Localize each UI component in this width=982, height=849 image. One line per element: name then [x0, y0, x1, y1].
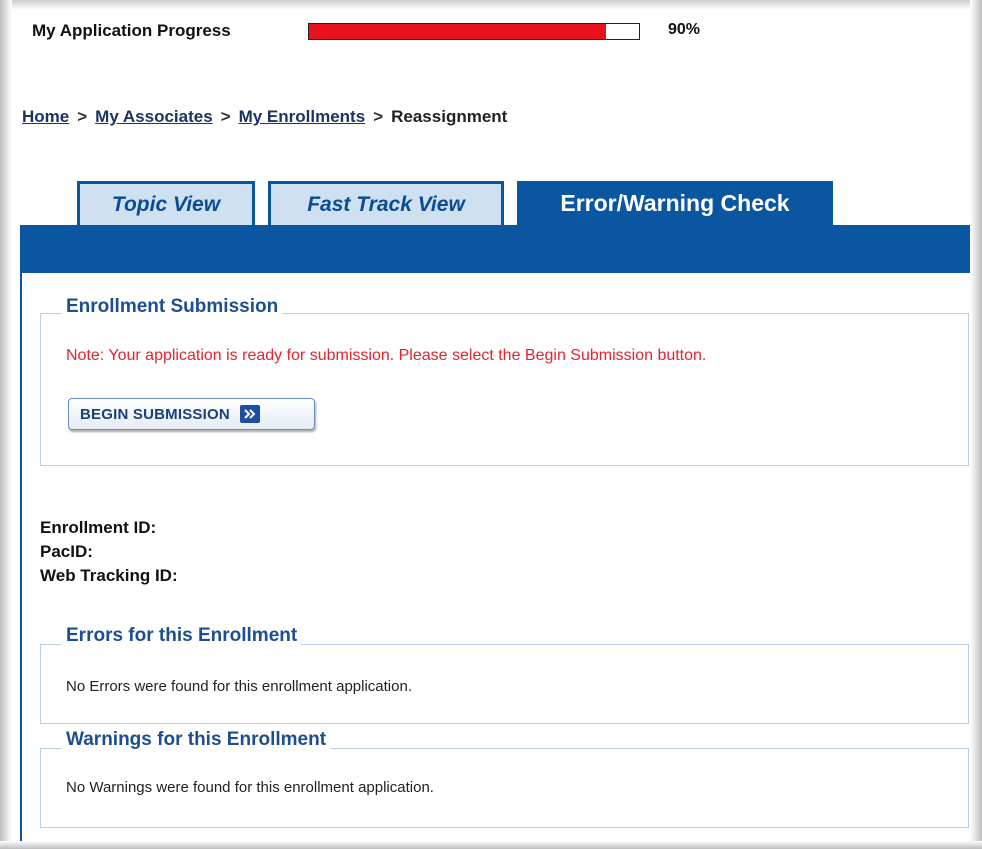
tab-fast-track-view[interactable]: Fast Track View	[268, 181, 504, 225]
progress-bar	[308, 23, 640, 40]
breadcrumb-separator: >	[373, 107, 384, 126]
content-left-border	[20, 273, 22, 849]
frame-top-shadow	[0, 0, 982, 10]
breadcrumb-separator: >	[220, 107, 231, 126]
frame-bottom-shadow	[0, 841, 982, 849]
breadcrumb-home-link[interactable]: Home	[22, 107, 69, 126]
progress-percent: 90%	[668, 21, 701, 38]
breadcrumb-my-enrollments-link[interactable]: My Enrollments	[239, 107, 366, 126]
web-tracking-id-label: Web Tracking ID:	[40, 566, 178, 585]
begin-submission-label: BEGIN SUBMISSION	[80, 405, 230, 423]
begin-submission-button[interactable]: BEGIN SUBMISSION	[68, 398, 315, 430]
progress-label: My Application Progress	[32, 21, 231, 40]
application-progress: My Application Progress 90%	[32, 18, 700, 44]
double-chevron-right-icon	[239, 405, 260, 423]
enrollment-submission-legend: Enrollment Submission	[62, 296, 283, 318]
breadcrumb-current: Reassignment	[391, 107, 508, 126]
breadcrumb: Home > My Associates > My Enrollments > Reassi…	[22, 107, 507, 127]
warnings-legend: Warnings for this Enrollment	[62, 729, 331, 751]
pac-id-label: PacID:	[40, 542, 93, 561]
tab-content-header-bar	[20, 225, 982, 273]
submission-note: Note: Your application is ready for subm…	[66, 347, 707, 364]
breadcrumb-my-associates-link[interactable]: My Associates	[95, 107, 212, 126]
breadcrumb-separator: >	[77, 107, 88, 126]
progress-bar-fill	[309, 24, 606, 39]
enrollment-id-label: Enrollment ID:	[40, 518, 157, 537]
frame-left-shadow	[0, 0, 12, 849]
frame-right-shadow	[970, 0, 982, 849]
tab-error-warning-check[interactable]: Error/Warning Check	[517, 181, 833, 225]
enrollment-submission-box	[40, 313, 969, 466]
tab-error-warning-check-label: Error/Warning Check	[560, 189, 790, 216]
tab-topic-view-label: Topic View	[111, 192, 221, 216]
tab-topic-view[interactable]: Topic View	[77, 181, 255, 225]
page-frame: My Application Progress 90% Home > My Asso…	[0, 0, 982, 849]
tab-fast-track-view-label: Fast Track View	[307, 192, 465, 216]
errors-message: No Errors were found for this enrollment…	[66, 678, 412, 695]
warnings-message: No Warnings were found for this enrollme…	[66, 779, 434, 796]
errors-legend: Errors for this Enrollment	[62, 625, 302, 647]
